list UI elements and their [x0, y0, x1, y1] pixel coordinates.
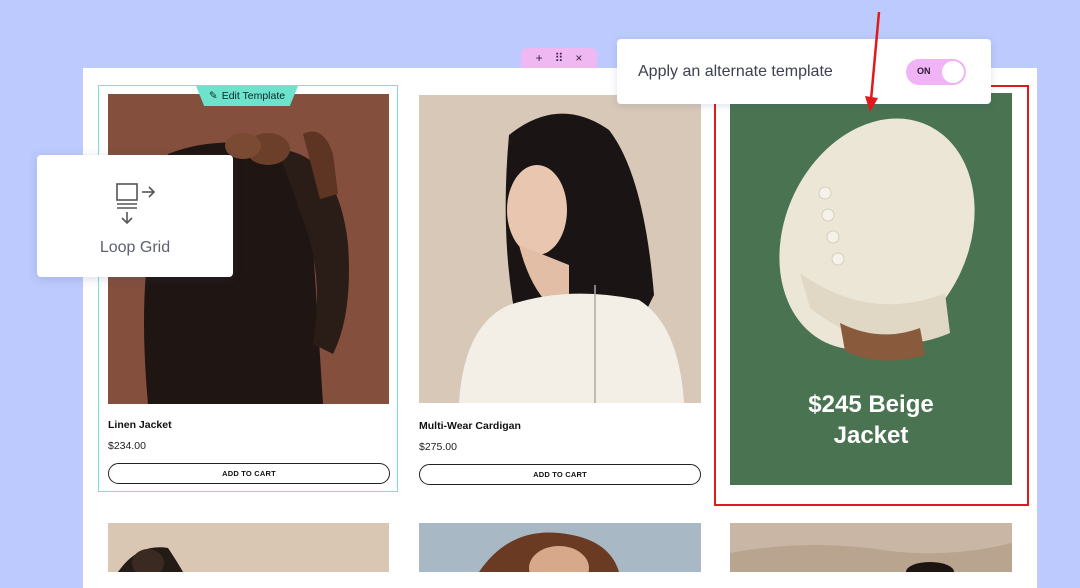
close-icon[interactable]: ×	[575, 51, 582, 65]
section-handle[interactable]: + ⠿ ×	[521, 48, 597, 68]
edit-template-tab[interactable]: ✎ Edit Template	[196, 86, 298, 106]
loop-grid-icon	[116, 183, 156, 225]
product-price: $275.00	[419, 441, 457, 453]
add-to-cart-button[interactable]: ADD TO CART	[419, 464, 701, 485]
toggle-knob	[942, 61, 964, 83]
product-image-multi-wear-cardigan	[419, 95, 701, 403]
product-image-row2-2	[419, 523, 701, 572]
loop-grid-label: Loop Grid	[99, 239, 171, 256]
edit-template-label: Edit Template	[221, 90, 286, 102]
drag-handle-icon[interactable]: ⠿	[555, 51, 564, 65]
alternate-template-label: Apply an alternate template	[638, 63, 833, 80]
product-title[interactable]: Multi-Wear Cardigan	[419, 420, 521, 432]
product-title[interactable]: Linen Jacket	[108, 419, 172, 431]
alternate-template-toggle[interactable]: ON	[906, 59, 966, 85]
product-image-row2-1	[108, 523, 389, 572]
pencil-icon: ✎	[208, 90, 218, 102]
pointer-arrow-icon	[865, 11, 881, 112]
loop-grid-widget[interactable]: Loop Grid	[37, 155, 233, 277]
product-price: $234.00	[108, 440, 146, 452]
alternate-template-popup: Apply an alternate template ON	[617, 39, 991, 104]
product-image-row2-3	[730, 523, 1012, 572]
toggle-state-label: ON	[917, 66, 931, 76]
highlight-box	[714, 85, 1029, 506]
add-icon[interactable]: +	[536, 51, 543, 65]
add-to-cart-button[interactable]: ADD TO CART	[108, 463, 390, 484]
